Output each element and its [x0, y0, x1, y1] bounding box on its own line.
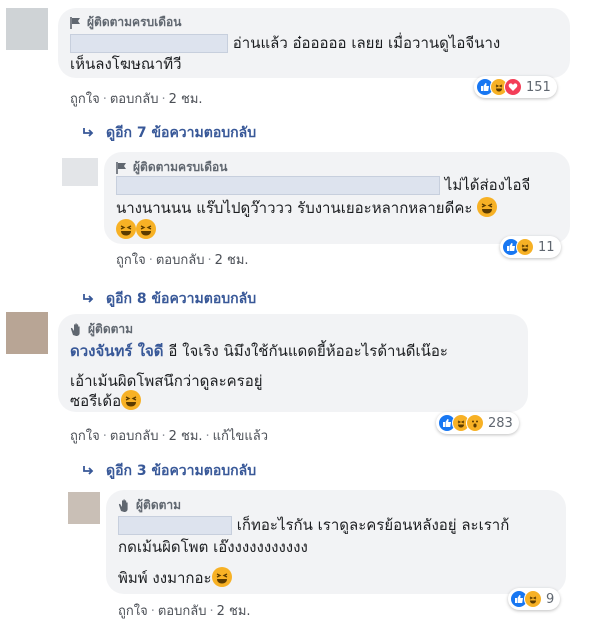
timestamp[interactable]: 2 ชม. [169, 92, 203, 107]
reply-link[interactable]: ตอบกลับ [158, 604, 207, 619]
reaction-count: 11 [538, 239, 555, 255]
reply-arrow-icon [83, 128, 94, 137]
avatar[interactable] [6, 312, 48, 354]
wave-hand-icon [118, 499, 128, 512]
reply-link[interactable]: ตอบกลับ [110, 92, 159, 107]
comment-line: เห็นลงโฆษณาทีวี [70, 55, 182, 73]
reaction-summary[interactable]: 11 [500, 236, 561, 258]
view-more-replies[interactable]: ดูอีก 7 ข้อความตอบกลับ [82, 122, 256, 144]
reply-arrow-icon [83, 294, 94, 303]
comment-text: พิมพ์ งงมากอะ [118, 567, 232, 589]
comment-text: เก็ทอะไรกัน เราดูละครย้อนหลังอยู่ ละเราก… [118, 514, 509, 536]
comment-actions: ถูกใจ · ตอบกลับ · 2 ชม. [116, 253, 249, 268]
comment-line: อ่านแล้ว อ๋อออออ เลยย เมื่อวานดูไอจีนาง [232, 34, 501, 52]
commenter-name[interactable]: ดวงจันทร์ ใจดี [70, 342, 164, 360]
haha-icon [516, 238, 534, 256]
view-more-label: ดูอีก 8 ข้อความตอบกลับ [106, 291, 257, 307]
timestamp[interactable]: 2 ชม. [217, 604, 251, 619]
comment-text: ดวงจันทร์ ใจดี อี ใจเริง นิมึงใช้กันแดดย… [70, 340, 448, 362]
comment-line: ไม่ได้ส่องไอจี [444, 176, 531, 194]
comment-actions: ถูกใจ · ตอบกลับ · 2 ชม. [70, 92, 203, 107]
redacted-name [116, 176, 440, 195]
comment-text: นางนานนน แร๊บไปดูว๊าววว รับงานเยอะหลากหล… [116, 197, 498, 219]
reaction-summary[interactable]: 9 [508, 588, 561, 610]
comment-actions: ถูกใจ · ตอบกลับ · 2 ชม. [118, 604, 251, 619]
timestamp[interactable]: 2 ชม. [215, 253, 249, 268]
avatar[interactable] [62, 158, 98, 186]
rolling-laughing-emoji-icon [211, 567, 232, 587]
haha-icon [524, 590, 542, 608]
reaction-count: 283 [488, 415, 513, 431]
comment-line: อี ใจเริง นิมึงใช้กันแดดยี้ห้ออะไรด้านดี… [168, 342, 448, 360]
like-link[interactable]: ถูกใจ [116, 253, 146, 268]
badge-label: ผู้ติดตาม [88, 322, 134, 336]
comment-actions: ถูกใจ · ตอบกลับ · 2 ชม. · แก้ไขแล้ว [70, 429, 268, 444]
flag-icon [70, 16, 80, 29]
comment-text: ซอรีเด้อ [70, 390, 142, 412]
view-more-label: ดูอีก 7 ข้อความตอบกลับ [106, 125, 257, 141]
reaction-count: 9 [546, 591, 555, 607]
reply-link[interactable]: ตอบกลับ [156, 253, 205, 268]
redacted-name [118, 516, 232, 535]
laughing-emoji-icon [136, 219, 156, 239]
love-icon [504, 78, 522, 96]
comment-line: เอ้าเม้นผิดโพสนึกว่าดูละครอยู่ [70, 372, 263, 390]
laughing-emoji-icon [477, 197, 498, 217]
like-link[interactable]: ถูกใจ [118, 604, 148, 619]
comment-line: ซอรีเด้อ [70, 392, 122, 410]
comment-line: กดเม้นผิดโพต เอ๊งงงงงงงงงงง [118, 538, 308, 556]
view-more-replies[interactable]: ดูอีก 3 ข้อความตอบกลับ [82, 460, 256, 482]
edited-label[interactable]: แก้ไขแล้ว [213, 429, 268, 444]
avatar[interactable] [68, 492, 100, 524]
wow-icon [466, 414, 484, 432]
timestamp[interactable]: 2 ชม. [169, 429, 203, 444]
laughing-emoji-icon [116, 219, 136, 239]
comment-text [116, 219, 156, 241]
comment-text: อ่านแล้ว อ๋อออออ เลยย เมื่อวานดูไอจีนาง [70, 32, 500, 54]
flag-icon [116, 161, 126, 174]
reaction-count: 151 [526, 79, 551, 95]
reply-arrow-icon [83, 466, 94, 475]
view-more-label: ดูอีก 3 ข้อความตอบกลับ [106, 463, 257, 479]
reaction-summary[interactable]: 151 [474, 76, 557, 98]
comment-line: นางนานนน แร๊บไปดูว๊าววว รับงานเยอะหลากหล… [116, 199, 473, 217]
avatar[interactable] [6, 8, 48, 50]
fan-badge: ผู้ติดตาม [70, 320, 133, 339]
comment-line: พิมพ์ งงมากอะ [118, 569, 212, 587]
comment-text: ไม่ได้ส่องไอจี [116, 174, 530, 196]
like-link[interactable]: ถูกใจ [70, 429, 100, 444]
reply-link[interactable]: ตอบกลับ [110, 429, 159, 444]
wave-hand-icon [70, 323, 80, 336]
redacted-name [70, 34, 228, 53]
reaction-summary[interactable]: 283 [436, 412, 519, 434]
comment-line: เก็ทอะไรกัน เราดูละครย้อนหลังอยู่ ละเราก… [236, 516, 510, 534]
fan-badge: ผู้ติดตามครบเดือน [70, 13, 181, 32]
badge-label: ผู้ติดตามครบเดือน [87, 15, 182, 29]
fan-badge: ผู้ติดตาม [118, 496, 181, 515]
badge-label: ผู้ติดตาม [136, 498, 182, 512]
like-link[interactable]: ถูกใจ [70, 92, 100, 107]
view-more-replies[interactable]: ดูอีก 8 ข้อความตอบกลับ [82, 288, 256, 310]
rolling-laughing-emoji-icon [121, 390, 142, 410]
